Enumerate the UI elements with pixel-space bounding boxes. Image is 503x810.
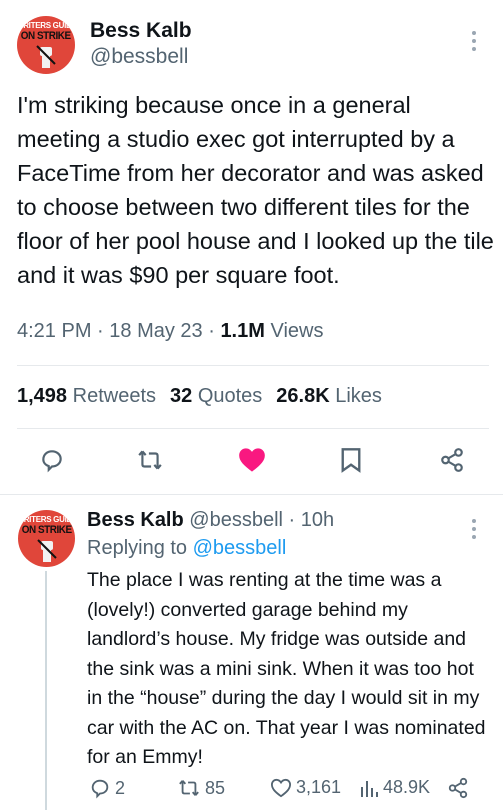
reply-views-button[interactable]: 48.9K <box>359 777 430 798</box>
retweet-button[interactable] <box>136 446 164 474</box>
reply-header: Bess Kalb @bessbell · 10h <box>87 509 335 531</box>
likes-count: 26.8K <box>276 385 330 407</box>
tweet-stats: 1,498 Retweets 32 Quotes 26.8K Likes <box>17 385 382 408</box>
reply-author-handle[interactable]: @bessbell <box>189 509 283 531</box>
fist-icon <box>36 45 56 68</box>
reply-replies-button[interactable]: 2 <box>89 777 125 799</box>
reply-share-button[interactable] <box>447 777 469 799</box>
views-count: 1.1M <box>220 320 265 342</box>
reply-text: The place I was renting at the time was … <box>87 569 486 768</box>
reply-age[interactable]: 10h <box>301 509 334 531</box>
fist-icon <box>36 539 57 562</box>
replying-to: Replying to @bessbell <box>87 537 286 560</box>
bookmark-button[interactable] <box>337 446 365 474</box>
reply-icon <box>42 450 62 473</box>
avatar-banner-text: WRITERS GUILD <box>17 21 75 30</box>
tweet-text: I'm striking because once in a general m… <box>17 92 494 288</box>
views-label: Views <box>270 320 324 342</box>
quotes-stat[interactable]: 32 Quotes <box>170 385 262 407</box>
reply-retweet-count: 85 <box>205 777 226 798</box>
reply-views-count: 48.9K <box>383 777 431 797</box>
tweet-date[interactable]: 18 May 23 <box>109 320 202 342</box>
divider <box>17 365 489 366</box>
views-icon <box>361 780 378 797</box>
like-icon <box>239 448 265 472</box>
retweet-icon <box>138 450 162 470</box>
share-icon <box>448 777 468 799</box>
avatar-banner-text: WRITERS GUILD <box>18 515 75 524</box>
reply-icon <box>91 779 109 799</box>
avatar-strike-text: ON STRIKE <box>21 30 71 42</box>
likes-label: Likes <box>335 385 382 407</box>
like-button[interactable] <box>238 446 266 474</box>
share-button[interactable] <box>438 446 466 474</box>
divider <box>0 494 503 495</box>
replying-to-link[interactable]: @bessbell <box>193 537 287 559</box>
reply-like-count: 3,161 <box>296 777 342 797</box>
reply-more-icon[interactable] <box>471 518 477 540</box>
like-icon <box>270 778 292 797</box>
reply-button[interactable] <box>38 446 66 474</box>
reply-retweet-button[interactable]: 85 <box>177 777 225 799</box>
retweet-icon <box>179 780 199 796</box>
reply-replies-count: 2 <box>115 777 126 798</box>
likes-stat[interactable]: 26.8K Likes <box>276 385 382 407</box>
avatar-strike-text: ON STRIKE <box>21 524 72 536</box>
reply-like-button[interactable]: 3,161 <box>270 777 341 798</box>
more-icon[interactable] <box>471 30 477 52</box>
retweets-label: Retweets <box>72 385 156 407</box>
reply-author-name[interactable]: Bess Kalb <box>87 509 184 531</box>
thread-line <box>45 571 47 810</box>
avatar[interactable]: WRITERS GUILD ON STRIKE <box>17 16 75 74</box>
tweet-time[interactable]: 4:21 PM <box>17 320 91 342</box>
author-handle[interactable]: @bessbell <box>90 45 188 69</box>
author-name[interactable]: Bess Kalb <box>90 19 192 43</box>
share-icon <box>441 448 463 472</box>
quotes-label: Quotes <box>197 385 263 407</box>
tweet-meta: 4:21 PM · 18 May 23 · 1.1M Views <box>17 320 324 342</box>
replying-prefix: Replying to <box>87 537 188 559</box>
bookmark-icon <box>341 448 361 473</box>
quotes-count: 32 <box>170 385 193 407</box>
retweets-count: 1,498 <box>17 385 68 407</box>
divider <box>17 428 489 429</box>
retweets-stat[interactable]: 1,498 Retweets <box>17 385 156 407</box>
reply-avatar[interactable]: WRITERS GUILD ON STRIKE <box>18 510 75 567</box>
